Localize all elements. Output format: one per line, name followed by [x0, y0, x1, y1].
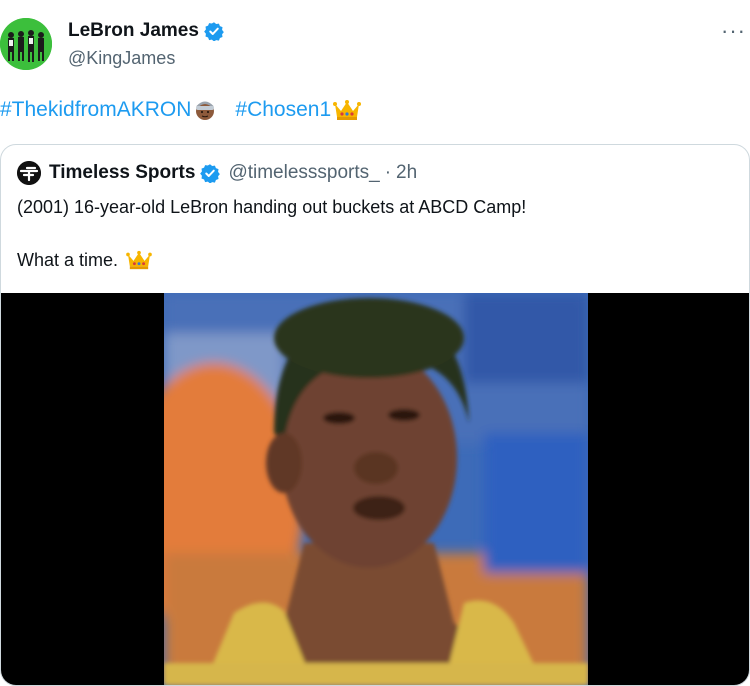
quoted-tweet-card[interactable]: Timeless Sports @timelesssports_ · 2h (2… [0, 144, 750, 686]
author-avatar[interactable] [0, 18, 52, 70]
quoted-author-handle[interactable]: @timelesssports_ [228, 162, 379, 184]
crown-emoji-icon [333, 100, 362, 120]
person-emoji-icon [196, 101, 215, 120]
video-player[interactable] [1, 293, 749, 685]
author-name[interactable]: LeBron James [68, 20, 199, 42]
quoted-tweet-text-line2-label: What a time. [17, 249, 119, 270]
tweet-text: #ThekidfromAKRON #Chosen1 [0, 98, 365, 122]
author-name-row[interactable]: LeBron James [68, 20, 224, 42]
verified-badge-icon [200, 164, 221, 183]
video-frame[interactable] [164, 293, 588, 685]
crown-emoji-icon [126, 250, 152, 270]
more-options-icon[interactable]: ··· [721, 18, 746, 44]
verified-badge-icon [204, 22, 224, 41]
hashtag-thekidfromakron[interactable]: #ThekidfromAKRON [0, 98, 191, 122]
quoted-author-name[interactable]: Timeless Sports [49, 162, 195, 184]
quoted-tweet-text-line2: What a time. [17, 249, 156, 271]
quoted-tweet-text-line1: (2001) 16-year-old LeBron handing out bu… [17, 197, 527, 217]
separator-dot: · [384, 162, 392, 183]
hashtag-chosen1[interactable]: #Chosen1 [235, 98, 331, 122]
quoted-tweet-time[interactable]: 2h [396, 162, 417, 184]
timeless-sports-avatar[interactable] [17, 161, 41, 185]
quoted-tweet-header: Timeless Sports @timelesssports_ · 2h [17, 161, 417, 185]
author-handle[interactable]: @KingJames [68, 48, 175, 69]
